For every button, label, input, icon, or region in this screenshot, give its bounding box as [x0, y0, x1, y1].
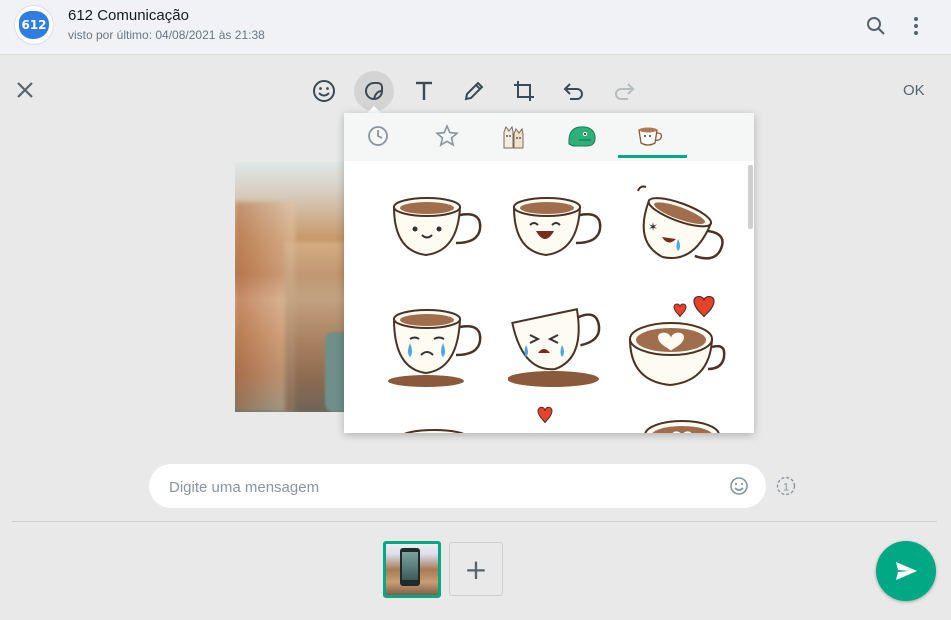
search-icon[interactable] — [864, 14, 888, 38]
sticker-coffee-laugh[interactable] — [508, 189, 608, 285]
edited-photo[interactable] — [235, 162, 345, 412]
sticker-coffee-crying[interactable] — [386, 301, 486, 397]
sticker-coffee-tipped[interactable] — [507, 301, 608, 397]
sticker-grid: ✶ — [344, 161, 744, 433]
sticker-coffee-tipsy[interactable]: ✶ — [628, 181, 728, 277]
active-tab-indicator — [618, 155, 687, 158]
sticker-coffee-smile[interactable] — [386, 189, 486, 285]
redo-icon — [607, 74, 641, 108]
ok-button[interactable]: OK — [903, 82, 925, 99]
caption-placeholder: Digite uma mensagem — [169, 479, 320, 496]
contact-name[interactable]: 612 Comunicação — [68, 7, 189, 24]
send-button[interactable] — [876, 541, 936, 601]
send-icon — [896, 562, 917, 580]
divider — [12, 521, 937, 522]
caption-emoji-icon[interactable] — [729, 476, 749, 501]
sticker-coffee-partial-2[interactable] — [508, 405, 608, 433]
pencil-icon[interactable] — [457, 74, 491, 108]
sticker-icon[interactable] — [354, 71, 394, 111]
close-icon[interactable] — [13, 78, 37, 102]
sticker-coffee-latte-hearts[interactable] — [628, 293, 728, 389]
text-icon[interactable] — [407, 74, 441, 108]
emoji-icon[interactable] — [307, 74, 341, 108]
dino-pack-icon[interactable] — [564, 121, 600, 151]
sticker-panel: ✶ — [344, 113, 754, 433]
svg-text:1: 1 — [783, 482, 789, 494]
star-icon[interactable] — [429, 121, 465, 151]
sticker-scrollbar[interactable] — [748, 165, 753, 229]
caption-input[interactable]: Digite uma mensagem — [149, 464, 766, 508]
clock-icon[interactable] — [360, 121, 396, 151]
coffee-pack-icon[interactable] — [633, 121, 669, 151]
sticker-coffee-partial-1[interactable] — [386, 419, 486, 433]
contact-status: visto por último: 04/08/2021 às 21:38 — [68, 28, 265, 42]
add-media-button[interactable]: + — [449, 542, 503, 596]
sticker-tabs — [344, 113, 754, 161]
avatar[interactable]: 612 — [14, 5, 54, 45]
undo-icon[interactable] — [557, 74, 591, 108]
media-thumbnail[interactable] — [383, 541, 441, 598]
view-once-icon[interactable]: 1 — [776, 476, 796, 496]
avatar-logo: 612 — [19, 11, 49, 39]
sticker-coffee-partial-3[interactable] — [628, 405, 728, 433]
cats-pack-icon[interactable] — [496, 121, 532, 151]
svg-text:✶: ✶ — [648, 220, 658, 234]
menu-icon[interactable] — [904, 14, 928, 38]
crop-icon[interactable] — [507, 74, 541, 108]
chat-header: 612 612 Comunicação visto por último: 04… — [0, 0, 951, 55]
